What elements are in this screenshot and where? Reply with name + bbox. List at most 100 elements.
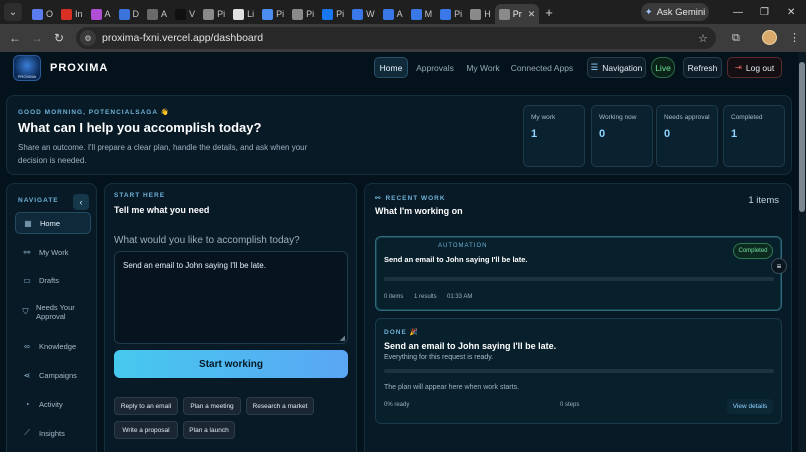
browser-tab[interactable]: Pi (436, 4, 466, 24)
chip-research-market[interactable]: Research a market (246, 397, 314, 415)
compose-kicker: START HERE (114, 192, 166, 199)
nav-approvals[interactable]: Approvals (414, 57, 456, 78)
progress-fill (384, 277, 774, 281)
sidebar-item-my-work[interactable]: ⚯ My Work (15, 241, 91, 263)
sidebar: NAVIGATE ‹ ▦ Home ⚯ My Work ▭ Drafts ⛉ Needs Yo… (6, 183, 97, 452)
browser-tab-active[interactable]: Pr ✕ (494, 4, 540, 24)
sidebar-item-drafts[interactable]: ▭ Drafts (15, 269, 91, 291)
tab-favicon-icon (118, 8, 130, 20)
scrollbar-thumb[interactable] (799, 62, 805, 212)
work-item-automation[interactable]: AUTOMATION Send an email to John saying … (375, 236, 782, 311)
chrome-menu-icon[interactable]: ⋮ (789, 31, 800, 44)
sidebar-item-needs-your-approval[interactable]: ⛉ Needs Your Approval (15, 299, 91, 325)
profile-avatar[interactable] (762, 30, 777, 45)
nav-connected-apps[interactable]: Connected Apps (510, 57, 574, 78)
browser-tab[interactable]: Pi (288, 4, 318, 24)
sidebar-item-label: Insights (39, 428, 65, 438)
tab-favicon-icon (90, 8, 102, 20)
logout-button[interactable]: ⇥ Log out (727, 57, 782, 78)
proxima-logo[interactable]: PROXIMA (13, 55, 41, 81)
chip-plan-meeting[interactable]: Plan a meeting (183, 397, 241, 415)
tab-label: Pi (276, 9, 285, 19)
browser-tab[interactable]: Pi (318, 4, 348, 24)
maximize-icon[interactable]: ❐ (760, 0, 769, 24)
tab-favicon-icon (203, 8, 215, 20)
sidebar-item-label: Home (40, 218, 61, 228)
stat-working-now[interactable]: Working now 0 (591, 105, 653, 167)
nav-home[interactable]: Home (374, 57, 408, 78)
browser-tab[interactable]: A (87, 4, 115, 24)
work-item-title: Send an email to John saying I'll be lat… (384, 255, 528, 264)
navigation-label: Navigation (602, 62, 643, 73)
resize-handle-icon[interactable]: ◢ (340, 334, 345, 342)
close-window-icon[interactable]: ✕ (787, 0, 795, 24)
tab-label: Pi (336, 9, 345, 19)
work-item-progress (384, 277, 774, 281)
chip-write-proposal[interactable]: Write a proposal (114, 421, 178, 439)
clock-icon: ◔ (24, 399, 30, 409)
work-item-badge: AUTOMATION (438, 243, 488, 249)
navigation-button[interactable]: ☰ Navigation (587, 57, 646, 78)
start-working-button[interactable]: Start working (114, 350, 348, 378)
nav-my-work[interactable]: My Work (464, 57, 502, 78)
new-tab-button[interactable]: + (545, 5, 553, 20)
sidebar-item-insights[interactable]: ⟋ Insights (15, 422, 91, 444)
tab-label: Pr (512, 9, 522, 19)
tab-label: D (132, 9, 140, 19)
refresh-button[interactable]: Refresh (683, 57, 722, 78)
browser-tab[interactable]: M (407, 4, 437, 24)
request-textarea[interactable]: Send an email to John saying I'll be lat… (114, 251, 348, 344)
tab-favicon-icon (440, 8, 452, 20)
bookmark-star-icon[interactable]: ☆ (698, 32, 708, 45)
browser-toolbar: ← → ↻ ⚙ proxima-fxni.vercel.app/dashboar… (0, 24, 806, 52)
extensions-icon[interactable]: ⧉ (732, 32, 740, 45)
recent-work-panel: ⚯ RECENT WORK What I'm working on 1 items… (364, 183, 792, 452)
chip-plan-launch[interactable]: Plan a launch (183, 421, 235, 439)
sidebar-item-home[interactable]: ▦ Home (15, 212, 91, 234)
browser-tab[interactable]: Pi (258, 4, 288, 24)
done-label: DONE 🎉 (384, 329, 419, 336)
minimize-icon[interactable]: — (733, 0, 743, 24)
browser-tab[interactable]: In (57, 4, 87, 24)
sidebar-item-knowledge[interactable]: ∞ Knowledge (15, 335, 91, 357)
tab-favicon-icon (410, 8, 422, 20)
sidebar-title: NAVIGATE (18, 197, 59, 204)
browser-tab[interactable]: A (379, 4, 407, 24)
tab-label: In (75, 9, 83, 19)
browser-tab[interactable]: W (348, 4, 379, 24)
work-item-done[interactable]: DONE 🎉 Send an email to John saying I'll… (375, 318, 782, 424)
sidebar-item-label: Needs Your Approval (35, 303, 75, 321)
forward-icon[interactable]: → (26, 31, 48, 45)
sidebar-item-campaigns[interactable]: ⋖ Campaigns (15, 364, 91, 386)
browser-tab[interactable]: D (115, 4, 144, 24)
browser-tab[interactable]: V (171, 4, 199, 24)
stat-my-work[interactable]: My work 1 (523, 105, 585, 167)
site-info-icon[interactable]: ⚙ (80, 30, 96, 46)
ask-gemini-label: Ask Gemini (656, 6, 706, 18)
sidebar-item-activity[interactable]: ◔ Activity (15, 393, 91, 415)
tab-favicon-icon (233, 8, 245, 20)
tab-search-icon[interactable]: ⌄ (4, 3, 22, 21)
close-tab-icon[interactable]: ✕ (528, 9, 536, 20)
browser-tab[interactable]: A (143, 4, 171, 24)
browser-tab[interactable]: H (466, 4, 495, 24)
brand-name: PROXIMA (50, 62, 109, 74)
stat-completed[interactable]: Completed 1 (723, 105, 785, 167)
collapse-sidebar-button[interactable]: ‹ (73, 194, 89, 210)
filter-list-icon[interactable]: ≡ (771, 258, 787, 274)
back-icon[interactable]: ← (4, 31, 26, 45)
request-text: Send an email to John saying I'll be lat… (123, 261, 266, 270)
file-icon: ▭ (23, 275, 31, 285)
chip-reply-email[interactable]: Reply to an email (114, 397, 178, 415)
browser-tab[interactable]: Pi (199, 4, 229, 24)
address-bar[interactable]: ⚙ proxima-fxni.vercel.app/dashboard ☆ (76, 27, 716, 49)
live-status-badge: Live (651, 57, 675, 78)
stat-needs-approval[interactable]: Needs approval 0 (656, 105, 718, 167)
page-scrollbar[interactable] (798, 52, 806, 452)
view-details-button[interactable]: View details (727, 399, 773, 414)
greeting: GOOD MORNING, POTENCIALSAGA 👋 (18, 109, 170, 116)
ask-gemini-button[interactable]: ✦ Ask Gemini (641, 3, 709, 21)
browser-tab[interactable]: O (28, 4, 57, 24)
browser-tab[interactable]: Li (229, 4, 258, 24)
reload-icon[interactable]: ↻ (48, 31, 70, 45)
